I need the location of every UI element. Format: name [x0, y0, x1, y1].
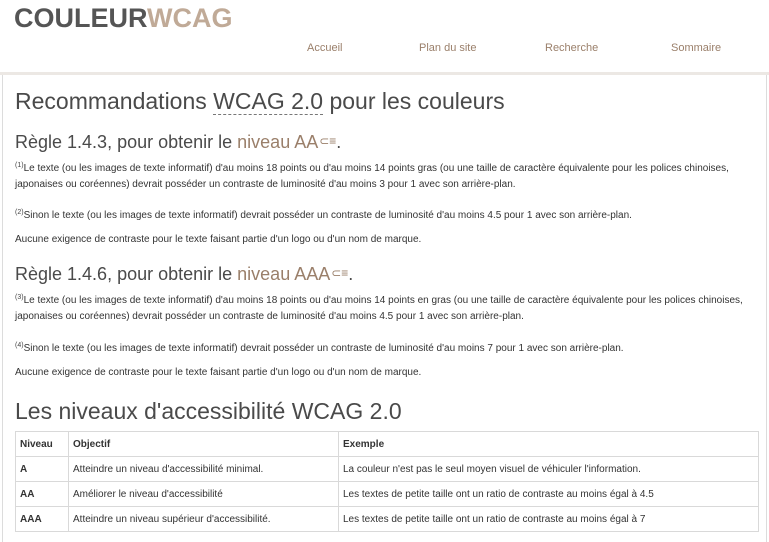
table-cell-objectif: Améliorer le niveau d'accessibilité — [68, 481, 339, 507]
nav-sommaire[interactable]: Sommaire — [671, 42, 721, 54]
levels-table: Niveau Objectif Exemple A Atteindre un n… — [15, 431, 759, 532]
rule-2-paragraph-3: Aucune exigence de contraste pour le tex… — [15, 367, 422, 378]
table-header-row: Niveau Objectif Exemple — [15, 431, 759, 457]
table-cell-niveau: AA — [15, 481, 69, 507]
table-cell-exemple: Les textes de petite taille ont un ratio… — [338, 506, 759, 532]
title-abbr-wcag: WCAG 2.0 — [213, 88, 324, 115]
footnote-1: (1) — [15, 162, 24, 169]
table-row: A Atteindre un niveau d'accessibilité mi… — [15, 456, 759, 482]
rule-2-paragraph-2: (4)Sinon le texte (ou les images de text… — [15, 341, 750, 357]
footnote-4: (4) — [15, 342, 24, 349]
rule-1-paragraph-2-text: Sinon le texte (ou les images de texte i… — [23, 210, 632, 221]
title-post: pour les couleurs — [323, 88, 505, 114]
rule-2-heading-text: Règle 1.4.6, pour obtenir le — [15, 264, 238, 284]
rule-1-paragraph-2: (2)Sinon le texte (ou les images de text… — [15, 208, 750, 224]
nav-plan-du-site[interactable]: Plan du site — [419, 42, 476, 54]
rule-1-level-link[interactable]: niveau AA — [237, 132, 318, 152]
rule-1-paragraph-1-text: Le texte (ou les images de texte informa… — [15, 163, 729, 190]
header-objectif: Objectif — [68, 431, 339, 457]
rule-1-heading-text: Règle 1.4.3, pour obtenir le — [15, 132, 238, 152]
footnote-3: (3) — [15, 294, 24, 301]
header-niveau: Niveau — [15, 431, 69, 457]
table-cell-objectif: Atteindre un niveau supérieur d'accessib… — [68, 506, 339, 532]
site-header: COULEURWCAG Accueil Plan du site Recherc… — [0, 0, 769, 75]
external-link-icon: ⊂≡ — [319, 134, 337, 148]
nav-recherche[interactable]: Recherche — [545, 42, 598, 54]
table-cell-niveau: AAA — [15, 506, 69, 532]
rule-1-paragraph-3: Aucune exigence de contraste pour le tex… — [15, 234, 422, 245]
rule-2-paragraph-1-text: Le texte (ou les images de texte informa… — [15, 295, 743, 322]
logo-part-wcag: WCAG — [147, 3, 233, 33]
table-row: AAA Atteindre un niveau supérieur d'acce… — [15, 506, 759, 532]
site-logo[interactable]: COULEURWCAG — [14, 3, 233, 33]
table-cell-niveau: A — [15, 456, 69, 482]
rule-1-paragraph-1: (1)Le texte (ou les images de texte info… — [15, 161, 750, 193]
table-row: AA Améliorer le niveau d'accessibilité L… — [15, 481, 759, 507]
rule-1-heading: Règle 1.4.3, pour obtenir le niveau AA⊂≡… — [15, 132, 341, 153]
table-cell-exemple: Les textes de petite taille ont un ratio… — [338, 481, 759, 507]
title-pre: Recommandations — [15, 88, 214, 114]
nav-accueil[interactable]: Accueil — [307, 42, 342, 54]
rule-1-dot: . — [336, 132, 342, 152]
header-exemple: Exemple — [338, 431, 759, 457]
rule-2-heading: Règle 1.4.6, pour obtenir le niveau AAA⊂… — [15, 264, 353, 285]
rule-2-dot: . — [348, 264, 354, 284]
table-cell-exemple: La couleur n'est pas le seul moyen visue… — [338, 456, 759, 482]
rule-2-paragraph-2-text: Sinon le texte (ou les images de texte i… — [23, 343, 624, 354]
rule-2-level-link[interactable]: niveau AAA — [237, 264, 330, 284]
rule-2-paragraph-1: (3)Le texte (ou les images de texte info… — [15, 293, 750, 325]
footnote-2: (2) — [15, 209, 24, 216]
levels-heading: Les niveaux d'accessibilité WCAG 2.0 — [15, 398, 402, 424]
logo-part-couleur: COULEUR — [14, 3, 148, 33]
page-title: Recommandations WCAG 2.0 pour les couleu… — [15, 88, 505, 115]
external-link-icon: ⊂≡ — [331, 266, 349, 280]
table-cell-objectif: Atteindre un niveau d'accessibilité mini… — [68, 456, 339, 482]
